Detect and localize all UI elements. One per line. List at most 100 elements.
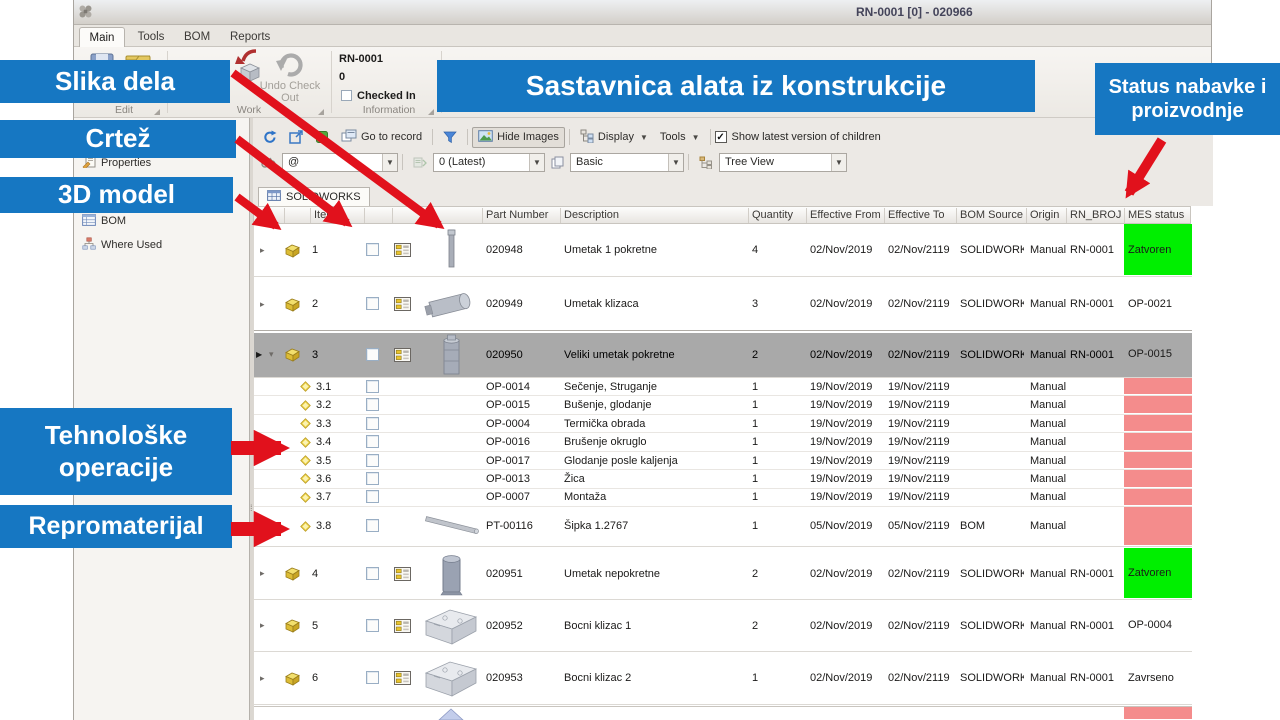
row-expander-collapsed-icon[interactable]: ▸ [260,278,265,331]
cell-item: 3.2 [316,396,346,414]
row-checkbox[interactable] [366,567,379,580]
column-header-part-number[interactable]: Part Number [486,209,548,221]
column-header-quantity[interactable]: Quantity [752,209,793,221]
table-row[interactable]: ▸4020951Umetak nepokretne202/Nov/201902/… [254,548,1192,600]
column-header-origin[interactable]: Origin [1030,209,1059,221]
filter-button[interactable] [437,128,463,147]
cell-mes-status [1124,396,1192,413]
row-checkbox[interactable] [366,490,379,503]
cell-description: Umetak klizaca [564,278,744,331]
cell-description: Bocni klizac 1 [564,600,744,651]
go-to-record-button[interactable]: Go to record [335,126,428,148]
part-image [420,224,482,276]
callout-3d-model: 3D model [0,177,233,213]
layout-combobox[interactable]: Basic▼ [570,153,684,172]
cell-description: Šipka 1.2767 [564,507,744,546]
drawing-icon[interactable] [394,548,411,599]
ribbon-tab-main[interactable]: Main [79,27,125,47]
table-icon [267,190,281,204]
row-checkbox[interactable] [366,380,379,393]
cell-description: Bocni klizac 2 [564,652,744,704]
row-checkbox[interactable] [366,417,379,430]
row-expander-expanded-icon[interactable]: ▾ [269,333,274,377]
row-checkbox[interactable] [366,297,379,310]
hide-images-button[interactable]: Hide Images [472,127,565,148]
cell-rn-broj: RN-0001 [1070,652,1122,704]
table-row[interactable]: ▶▾3020950Veliki umetak pokretne202/Nov/2… [254,333,1192,378]
row-checkbox[interactable] [366,619,379,632]
cell-item: 1 [312,224,336,276]
table-row[interactable] [254,706,1192,720]
binoculars-icon[interactable] [255,153,282,171]
drawing-icon[interactable] [394,224,411,276]
cell-description: Sečenje, Struganje [564,378,744,395]
row-checkbox[interactable] [366,671,379,684]
cell-part-number: 020948 [486,224,556,276]
version-combobox[interactable]: 0 (Latest)▼ [433,153,545,172]
column-header-effective-from[interactable]: Effective From [810,209,881,221]
grid-tab-solidworks[interactable]: SOLIDWORKS [258,187,370,206]
column-header-bom-source[interactable]: BOM Source [960,209,1023,221]
row-checkbox[interactable] [366,435,379,448]
table-row[interactable]: 3.5OP-0017Glodanje posle kaljenja119/Nov… [254,452,1192,471]
drawing-icon[interactable] [394,333,411,377]
row-expander-collapsed-icon[interactable]: ▸ [260,548,265,599]
refresh-button[interactable] [257,127,283,147]
cell-effective-to: 19/Nov/2119 [888,433,954,450]
column-header-item[interactable]: Item [314,209,335,221]
quick-filter-combobox[interactable]: @▼ [282,153,398,172]
sidebar-item-bom[interactable]: BOM [82,213,126,229]
table-row[interactable]: 3.4OP-0016Brušenje okruglo119/Nov/201919… [254,433,1192,451]
undo-checkout-icon[interactable] [274,49,304,82]
checked-in-checkbox[interactable] [341,90,352,101]
view-mode-combobox[interactable]: Tree View▼ [719,153,847,172]
part-image [420,507,482,546]
edit-dialog-launcher[interactable] [154,109,160,115]
row-expander-collapsed-icon[interactable]: ▸ [260,224,265,276]
ribbon-tab-bom[interactable]: BOM [176,27,218,47]
layout-icon[interactable] [545,153,570,172]
drawing-icon[interactable] [394,652,411,704]
column-header-mes-status[interactable]: MES status [1128,209,1184,221]
table-row[interactable]: 3.2OP-0015Bušenje, glodanje119/Nov/20191… [254,396,1192,415]
row-checkbox[interactable] [366,472,379,485]
new-record-button[interactable] [309,127,335,147]
sidebar-item-where-used[interactable]: Where Used [82,237,162,253]
version-history-icon[interactable] [407,153,433,172]
row-checkbox[interactable] [366,519,379,532]
row-expander-collapsed-icon[interactable]: ▸ [260,600,265,651]
undo-checkout-button[interactable]: Undo Check Out [252,80,328,104]
column-header-description[interactable]: Description [564,209,619,221]
information-dialog-launcher[interactable] [428,109,434,115]
cell-mes-status [1124,378,1192,394]
row-checkbox[interactable] [366,243,379,256]
table-row[interactable]: ▸1020948Umetak 1 pokretne402/Nov/201902/… [254,224,1192,277]
table-row[interactable]: ▸2020949Umetak klizaca302/Nov/201902/Nov… [254,278,1192,332]
ribbon-tab-tools[interactable]: Tools [129,27,173,47]
table-row[interactable]: 3.1OP-0014Sečenje, Struganje119/Nov/2019… [254,378,1192,396]
tree-view-icon[interactable] [693,153,719,172]
table-row[interactable]: ▸6020953Bocni klizac 2102/Nov/201902/Nov… [254,652,1192,705]
table-row[interactable]: 3.7OP-0007Montaža119/Nov/201919/Nov/2119… [254,489,1192,507]
show-latest-checkbox[interactable]: ✓ [715,131,727,143]
ribbon-tab-reports[interactable]: Reports [222,27,276,47]
drawing-icon[interactable] [394,278,411,331]
callout-crtez: Crtež [0,120,236,158]
cell-item: 3.5 [316,452,346,470]
drawing-icon[interactable] [394,600,411,651]
column-header-rn-broj[interactable]: RN_BROJ [1070,209,1121,221]
column-header-effective-to[interactable]: Effective To [888,209,944,221]
open-in-window-button[interactable] [283,127,309,147]
work-dialog-launcher[interactable] [318,109,324,115]
row-checkbox[interactable] [366,398,379,411]
table-row[interactable]: 3.8PT-00116Šipka 1.2767105/Nov/201905/No… [254,507,1192,547]
row-checkbox[interactable] [366,348,379,361]
table-row[interactable]: 3.3OP-0004Termička obrada119/Nov/201919/… [254,415,1192,434]
display-menu-button[interactable]: Display▼ [574,126,654,149]
row-expander-collapsed-icon[interactable]: ▸ [260,652,265,704]
tools-menu-button[interactable]: Tools▼ [654,128,706,146]
row-checkbox[interactable] [366,454,379,467]
cell-item: 5 [312,600,336,651]
table-row[interactable]: 3.6OP-0013Žica119/Nov/201919/Nov/2119Man… [254,470,1192,488]
table-row[interactable]: ▸5020952Bocni klizac 1202/Nov/201902/Nov… [254,600,1192,652]
